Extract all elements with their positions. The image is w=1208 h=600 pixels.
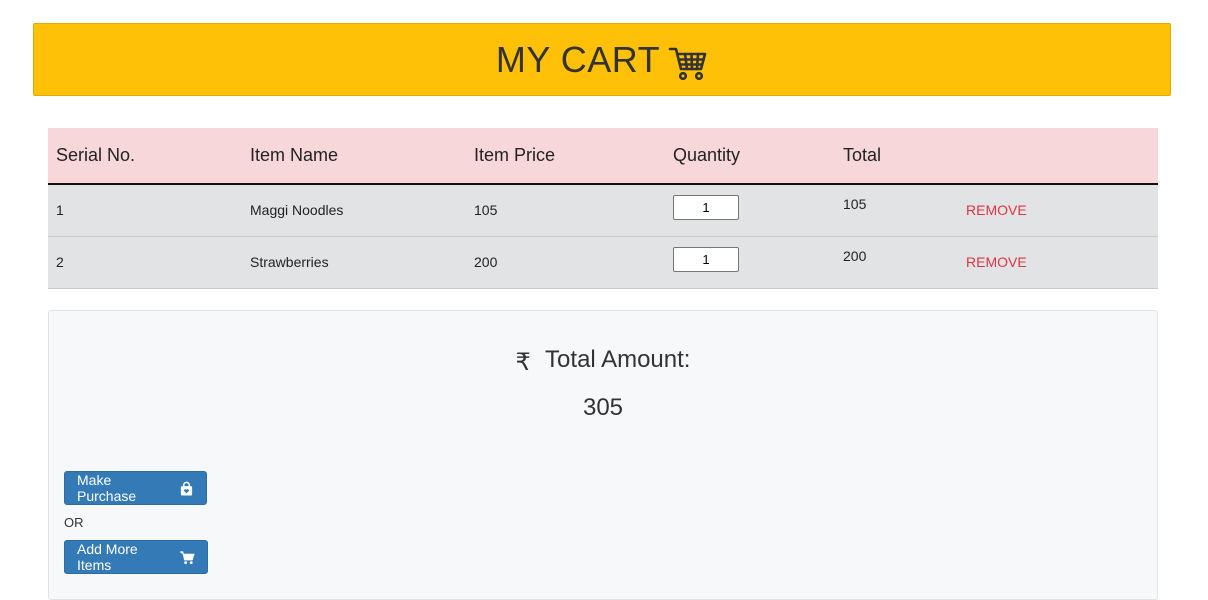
cart-table: Serial No. Item Name Item Price Quantity… bbox=[48, 128, 1158, 289]
column-header-serial: Serial No. bbox=[48, 128, 242, 185]
remove-button[interactable]: REMOVE bbox=[966, 254, 1027, 270]
table-row: 2 Strawberries 200 200 REMOVE bbox=[48, 236, 1158, 288]
quantity-input[interactable] bbox=[673, 246, 739, 272]
make-purchase-button[interactable]: Make Purchase bbox=[64, 471, 207, 505]
cell-total: 105 bbox=[835, 184, 958, 236]
cell-item-name: Strawberries bbox=[250, 254, 329, 270]
cell-item-name: Maggi Noodles bbox=[250, 202, 344, 219]
cell-serial: 1 bbox=[56, 202, 64, 219]
column-header-item-name: Item Name bbox=[242, 128, 466, 185]
make-purchase-label: Make Purchase bbox=[77, 472, 137, 504]
page-title: MY CART bbox=[495, 38, 661, 80]
remove-button[interactable]: REMOVE bbox=[966, 202, 1027, 218]
table-header-row: Serial No. Item Name Item Price Quantity… bbox=[48, 128, 1158, 185]
cell-action: REMOVE bbox=[958, 236, 1158, 288]
column-header-item-price: Item Price bbox=[466, 128, 665, 185]
table-row: 1 Maggi Noodles 105 105 REMOVE bbox=[48, 184, 1158, 236]
row-total: 200 bbox=[843, 248, 867, 264]
cell-action: REMOVE bbox=[958, 184, 1158, 236]
shopping-bag-icon bbox=[179, 481, 194, 496]
shopping-cart-icon bbox=[668, 43, 708, 83]
add-more-items-button[interactable]: Add More Items bbox=[64, 540, 208, 574]
rupee-icon: ₹ bbox=[515, 349, 531, 376]
column-header-action bbox=[958, 128, 1158, 185]
cell-quantity bbox=[665, 236, 835, 288]
cell-item-price: 200 bbox=[474, 254, 498, 270]
cart-header: MY CART bbox=[33, 23, 1171, 96]
cell-total: 200 bbox=[835, 236, 958, 288]
column-header-total: Total bbox=[835, 128, 958, 185]
or-separator: OR bbox=[64, 515, 84, 530]
total-amount-heading: ₹ Total Amount: bbox=[49, 345, 1157, 376]
total-amount-label: Total Amount: bbox=[545, 346, 691, 373]
cell-quantity bbox=[665, 184, 835, 236]
add-more-items-label: Add More Items bbox=[77, 541, 138, 573]
cell-serial: 2 bbox=[56, 254, 64, 270]
column-header-quantity: Quantity bbox=[665, 128, 835, 185]
row-total: 105 bbox=[843, 196, 867, 213]
total-amount-value: 305 bbox=[582, 394, 624, 421]
shopping-cart-icon bbox=[180, 550, 195, 565]
quantity-input[interactable] bbox=[673, 194, 739, 220]
cell-item-price: 105 bbox=[474, 202, 498, 219]
order-summary-panel: ₹ Total Amount: 305 Make Purchase OR Add… bbox=[48, 310, 1158, 600]
